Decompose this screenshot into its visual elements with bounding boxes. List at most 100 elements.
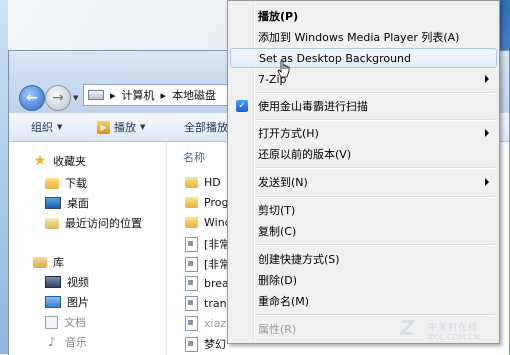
menu-item-label: 发送到(N) (258, 176, 308, 189)
menu-item-send-to[interactable]: 发送到(N) (230, 172, 497, 192)
menu-item-label: 复制(C) (258, 225, 297, 238)
nav-label: 文档 (64, 316, 86, 329)
nav-label: 桌面 (67, 197, 89, 210)
menu-item-label: 删除(D) (258, 274, 298, 287)
nav-desktop[interactable]: 桌面 (45, 195, 89, 211)
menu-item-cut[interactable]: 剪切(T) (230, 200, 497, 220)
mouse-pointer-icon (277, 60, 290, 78)
menu-item-copy[interactable]: 复制(C) (230, 221, 497, 241)
forward-arrow-icon: → (52, 90, 64, 106)
menu-item-play[interactable]: 播放(P) (230, 6, 497, 26)
media-file-icon (185, 316, 198, 331)
file-row[interactable]: [非常 (185, 236, 230, 252)
file-row[interactable]: [非常 (185, 256, 230, 272)
address-bar[interactable]: ▸ 计算机 ▸ 本地磁盘 (83, 84, 233, 106)
menu-item-create-shortcut[interactable]: 创建快捷方式(S) (230, 249, 497, 269)
breadcrumb-local-disk[interactable]: 本地磁盘 (172, 87, 216, 103)
menu-separator (256, 92, 495, 94)
breadcrumb-separator-icon[interactable]: ▸ (110, 89, 116, 102)
antivirus-shield-icon: ✓ (236, 100, 248, 112)
menu-separator (256, 196, 495, 198)
recent-pages-dropdown-icon[interactable]: ▼ (73, 94, 78, 102)
play-all-label: 全部播放 (184, 121, 228, 134)
file-name: brea (204, 277, 229, 290)
folder-icon (185, 217, 198, 228)
zol-watermark: Z 中关村在线 ZOL.COM.CN (400, 314, 500, 348)
file-row[interactable]: Wind (185, 216, 232, 229)
menu-item-set-desktop-background[interactable]: Set as Desktop Background (230, 48, 497, 68)
desktop-background-left (0, 0, 8, 354)
file-row-selected[interactable]: 梦幻 (185, 336, 226, 352)
file-row[interactable]: Prog (185, 196, 228, 209)
watermark-text-cn: 中关村在线 (428, 323, 479, 333)
menu-item-7zip[interactable]: 7-Zip (230, 69, 497, 89)
file-name: HD (204, 176, 221, 189)
nav-documents[interactable]: 文档 (45, 314, 86, 330)
menu-item-add-to-wmp-list[interactable]: 添加到 Windows Media Player 列表(A) (230, 27, 497, 47)
downloads-folder-icon (45, 177, 59, 189)
media-file-icon (185, 296, 198, 311)
file-row[interactable]: trans (185, 296, 232, 311)
organize-button[interactable]: 组织 ▼ (31, 119, 62, 135)
file-name: 梦幻 (204, 338, 226, 351)
file-row[interactable]: brea (185, 276, 229, 291)
watermark-logo: Z (400, 316, 415, 340)
file-row[interactable]: xiazh (185, 316, 233, 331)
breadcrumb-computer[interactable]: 计算机 (122, 87, 155, 103)
menu-separator (256, 167, 495, 169)
menu-item-label: 重命名(M) (258, 295, 310, 308)
video-library-icon (45, 276, 61, 288)
nav-label: 库 (53, 256, 64, 269)
menu-separator (256, 244, 495, 246)
nav-favorites[interactable]: ★ 收藏夹 (33, 153, 86, 169)
play-button[interactable]: ▶ 播放 ▼ (97, 119, 145, 135)
nav-recent-places[interactable]: 最近访问的位置 (45, 215, 142, 231)
menu-item-delete[interactable]: 删除(D) (230, 270, 497, 290)
media-file-icon (185, 276, 198, 291)
media-file-icon (185, 236, 198, 252)
drive-icon (88, 90, 104, 100)
menu-item-label: 添加到 Windows Media Player 列表(A) (258, 31, 460, 44)
nav-label: 收藏夹 (53, 155, 86, 168)
nav-videos[interactable]: 视频 (45, 274, 89, 290)
nav-music[interactable]: ♪ 音乐 (45, 334, 87, 350)
organize-label: 组织 (31, 121, 53, 134)
nav-libraries[interactable]: 库 (33, 254, 64, 270)
picture-library-icon (45, 296, 61, 308)
file-name: Prog (204, 196, 229, 209)
nav-label: 图片 (67, 296, 89, 309)
folder-icon (185, 177, 198, 188)
menu-item-label: 使用金山毒霸进行扫描 (258, 100, 368, 113)
submenu-arrow-icon (485, 178, 489, 186)
forward-button[interactable]: → (45, 85, 71, 111)
document-library-icon (45, 315, 58, 329)
star-icon: ★ (33, 153, 47, 169)
file-row[interactable]: HD (185, 176, 221, 189)
nav-label: 下载 (65, 177, 87, 190)
library-icon (33, 256, 47, 268)
back-button[interactable]: ← (19, 85, 45, 111)
folder-icon (185, 197, 198, 208)
play-label: 播放 (114, 121, 136, 134)
submenu-arrow-icon (485, 75, 489, 83)
menu-item-kingsoft-scan[interactable]: ✓ 使用金山毒霸进行扫描 (230, 96, 497, 116)
recent-places-icon (45, 217, 59, 229)
menu-item-rename[interactable]: 重命名(M) (230, 291, 497, 311)
music-note-icon: ♪ (48, 335, 56, 349)
column-header-name[interactable]: 名称 (183, 149, 205, 165)
breadcrumb-separator-icon[interactable]: ▸ (161, 89, 167, 102)
nav-pictures[interactable]: 图片 (45, 294, 89, 310)
dropdown-arrow-icon: ▼ (140, 123, 146, 131)
menu-item-restore-previous-versions[interactable]: 还原以前的版本(V) (230, 144, 497, 164)
submenu-arrow-icon (485, 129, 489, 137)
play-all-button[interactable]: 全部播放 (184, 119, 228, 135)
menu-item-label: 播放(P) (258, 10, 299, 23)
back-arrow-icon: ← (26, 90, 38, 106)
desktop-icon (45, 197, 61, 209)
menu-item-label: 打开方式(H) (258, 127, 319, 140)
context-menu: 播放(P) 添加到 Windows Media Player 列表(A) Set… (227, 0, 500, 344)
nav-downloads[interactable]: 下载 (45, 175, 87, 191)
menu-item-open-with[interactable]: 打开方式(H) (230, 123, 497, 143)
menu-item-label: 剪切(T) (258, 204, 296, 217)
menu-item-label: 属性(R) (258, 323, 297, 336)
